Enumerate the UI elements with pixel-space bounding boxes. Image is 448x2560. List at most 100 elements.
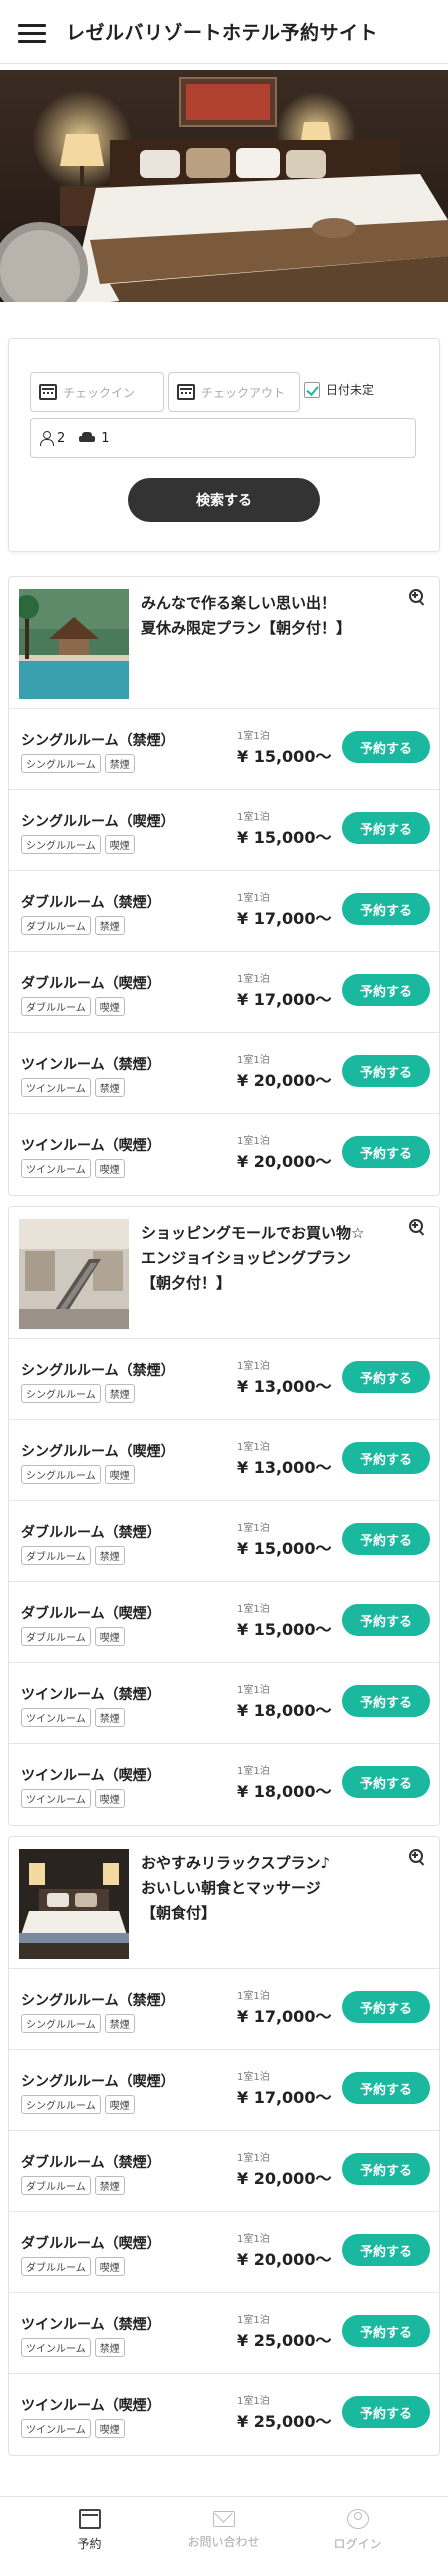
plan-title[interactable]: おやすみリラックスプラン♪ おいしい朝食とマッサージ 【朝食付】 xyxy=(141,1851,401,1926)
reserve-button[interactable]: 予約する xyxy=(342,2234,430,2266)
plan-title-line: みんなで作る楽しい思い出！ xyxy=(141,594,337,612)
room-row: シングルルーム（禁煙） シングルルーム 禁煙 1室1泊 ¥ 13,000〜 予約す… xyxy=(9,1339,439,1420)
room-row: ツインルーム（禁煙） ツインルーム 禁煙 1室1泊 ¥ 25,000〜 予約する xyxy=(9,2293,439,2374)
reserve-button[interactable]: 予約する xyxy=(342,731,430,763)
price-unit: 1室1泊 xyxy=(237,2396,270,2407)
plan-thumbnail[interactable] xyxy=(19,1219,129,1329)
price-unit: 1室1泊 xyxy=(237,1442,270,1453)
price-unit: 1室1泊 xyxy=(237,812,270,823)
plan-title-line: おやすみリラックスプラン♪ xyxy=(141,1854,331,1872)
guests-rooms-field[interactable]: 2 1 xyxy=(30,418,416,458)
plan-title-line: ショッピングモールでお買い物☆ xyxy=(141,1224,365,1242)
room-icon xyxy=(79,432,96,444)
smoking-tag: 禁煙 xyxy=(94,1546,125,1565)
date-undecided-checkbox[interactable]: 日付未定 xyxy=(304,381,374,398)
nav-login[interactable]: ログイン xyxy=(283,2497,432,2560)
hamburger-menu-icon[interactable] xyxy=(18,24,46,43)
price-unit: 1室1泊 xyxy=(237,731,270,742)
room-type-tag: シングルルーム xyxy=(21,835,101,854)
room-name: ダブルルーム（喫煙） xyxy=(21,2236,161,2252)
room-type-tag: ダブルルーム xyxy=(21,2176,91,2195)
reserve-button[interactable]: 予約する xyxy=(342,893,430,925)
room-row: シングルルーム（禁煙） シングルルーム 禁煙 1室1泊 ¥ 15,000〜 予約す… xyxy=(9,709,439,790)
reserve-button[interactable]: 予約する xyxy=(342,1766,430,1798)
price-unit: 1室1泊 xyxy=(237,974,270,985)
room-type-tag: ツインルーム xyxy=(21,2338,91,2357)
plan-title[interactable]: みんなで作る楽しい思い出！ 夏休み限定プラン【朝夕付！】 xyxy=(141,591,401,641)
nav-login-label: ログイン xyxy=(333,2537,382,2551)
person-icon xyxy=(39,431,54,446)
plan-title[interactable]: ショッピングモールでお買い物☆ エンジョイショッピングプラン 【朝夕付！】 xyxy=(141,1221,401,1296)
price-unit: 1室1泊 xyxy=(237,2072,270,2083)
plan-thumbnail[interactable] xyxy=(19,589,129,699)
plan-card: おやすみリラックスプラン♪ おいしい朝食とマッサージ 【朝食付】 シングルルーム… xyxy=(8,1836,440,2456)
price-unit: 1室1泊 xyxy=(237,1055,270,1066)
plan-title-line: 【朝夕付！】 xyxy=(141,1274,232,1292)
reserve-button[interactable]: 予約する xyxy=(342,1442,430,1474)
checkmark-icon[interactable] xyxy=(304,381,320,398)
checkin-placeholder: チェックイン xyxy=(63,385,136,400)
room-type-tag: ツインルーム xyxy=(21,2419,91,2438)
smoking-tag: 禁煙 xyxy=(94,2338,125,2357)
smoking-tag: 喫煙 xyxy=(94,2419,125,2438)
reserve-button[interactable]: 予約する xyxy=(342,2396,430,2428)
room-name: ダブルルーム（喫煙） xyxy=(21,976,161,992)
price-unit: 1室1泊 xyxy=(237,2234,270,2245)
reserve-button[interactable]: 予約する xyxy=(342,2153,430,2185)
reserve-button[interactable]: 予約する xyxy=(342,1136,430,1168)
hero-image xyxy=(0,70,448,302)
zoom-in-icon[interactable] xyxy=(409,1219,427,1237)
room-name: ダブルルーム（禁煙） xyxy=(21,895,161,911)
room-row: ダブルルーム（禁煙） ダブルルーム 禁煙 1室1泊 ¥ 15,000〜 予約する xyxy=(9,1501,439,1582)
smoking-tag: 喫煙 xyxy=(94,1159,125,1178)
price-unit: 1室1泊 xyxy=(237,1766,270,1777)
room-name: ツインルーム（喫煙） xyxy=(21,1768,161,1784)
room-price: ¥ 18,000〜 xyxy=(237,1701,332,1720)
room-price: ¥ 17,000〜 xyxy=(237,2007,332,2026)
reserve-button[interactable]: 予約する xyxy=(342,974,430,1006)
plan-header: ショッピングモールでお買い物☆ エンジョイショッピングプラン 【朝夕付！】 xyxy=(9,1207,439,1339)
reserve-button[interactable]: 予約する xyxy=(342,1361,430,1393)
price-unit: 1室1泊 xyxy=(237,1604,270,1615)
nav-contact[interactable]: お問い合わせ xyxy=(149,2497,298,2560)
reserve-button[interactable]: 予約する xyxy=(342,1055,430,1087)
plan-title-line: 【朝食付】 xyxy=(141,1904,217,1922)
plan-header: みんなで作る楽しい思い出！ 夏休み限定プラン【朝夕付！】 xyxy=(9,577,439,709)
room-row: ダブルルーム（禁煙） ダブルルーム 禁煙 1室1泊 ¥ 20,000〜 予約する xyxy=(9,2131,439,2212)
reserve-button[interactable]: 予約する xyxy=(342,2315,430,2347)
nav-reserve[interactable]: 予約 xyxy=(15,2497,164,2560)
plan-thumbnail[interactable] xyxy=(19,1849,129,1959)
room-name: ツインルーム（禁煙） xyxy=(21,1057,161,1073)
room-name: シングルルーム（喫煙） xyxy=(21,1444,175,1460)
reserve-button[interactable]: 予約する xyxy=(342,1523,430,1555)
reserve-button[interactable]: 予約する xyxy=(342,1991,430,2023)
room-price: ¥ 15,000〜 xyxy=(237,1620,332,1639)
room-count: 1 xyxy=(101,430,110,446)
reserve-button[interactable]: 予約する xyxy=(342,2072,430,2104)
room-name: シングルルーム（禁煙） xyxy=(21,1363,175,1379)
reserve-button[interactable]: 予約する xyxy=(342,1685,430,1717)
room-row: ツインルーム（禁煙） ツインルーム 禁煙 1室1泊 ¥ 20,000〜 予約する xyxy=(9,1033,439,1114)
checkin-field[interactable]: チェックイン xyxy=(30,372,164,412)
smoking-tag: 喫煙 xyxy=(104,2095,135,2114)
mail-icon xyxy=(212,2511,235,2527)
room-name: シングルルーム（禁煙） xyxy=(21,733,175,749)
room-row: ツインルーム（喫煙） ツインルーム 喫煙 1室1泊 ¥ 18,000〜 予約する xyxy=(9,1744,439,1825)
room-name: ダブルルーム（喫煙） xyxy=(21,1606,161,1622)
room-name: ダブルルーム（禁煙） xyxy=(21,1525,161,1541)
zoom-in-icon[interactable] xyxy=(409,1849,427,1867)
smoking-tag: 喫煙 xyxy=(104,835,135,854)
user-icon xyxy=(346,2509,369,2529)
reserve-button[interactable]: 予約する xyxy=(342,1604,430,1636)
zoom-in-icon[interactable] xyxy=(409,589,427,607)
room-price: ¥ 15,000〜 xyxy=(237,1539,332,1558)
room-price: ¥ 17,000〜 xyxy=(237,2088,332,2107)
price-unit: 1室1泊 xyxy=(237,1685,270,1696)
room-type-tag: ダブルルーム xyxy=(21,1546,91,1565)
room-row: ダブルルーム（喫煙） ダブルルーム 喫煙 1室1泊 ¥ 20,000〜 予約する xyxy=(9,2212,439,2293)
smoking-tag: 喫煙 xyxy=(94,2257,125,2276)
reserve-button[interactable]: 予約する xyxy=(342,812,430,844)
search-button[interactable]: 検索する xyxy=(128,478,320,522)
checkout-field[interactable]: チェックアウト xyxy=(168,372,300,412)
price-unit: 1室1泊 xyxy=(237,893,270,904)
